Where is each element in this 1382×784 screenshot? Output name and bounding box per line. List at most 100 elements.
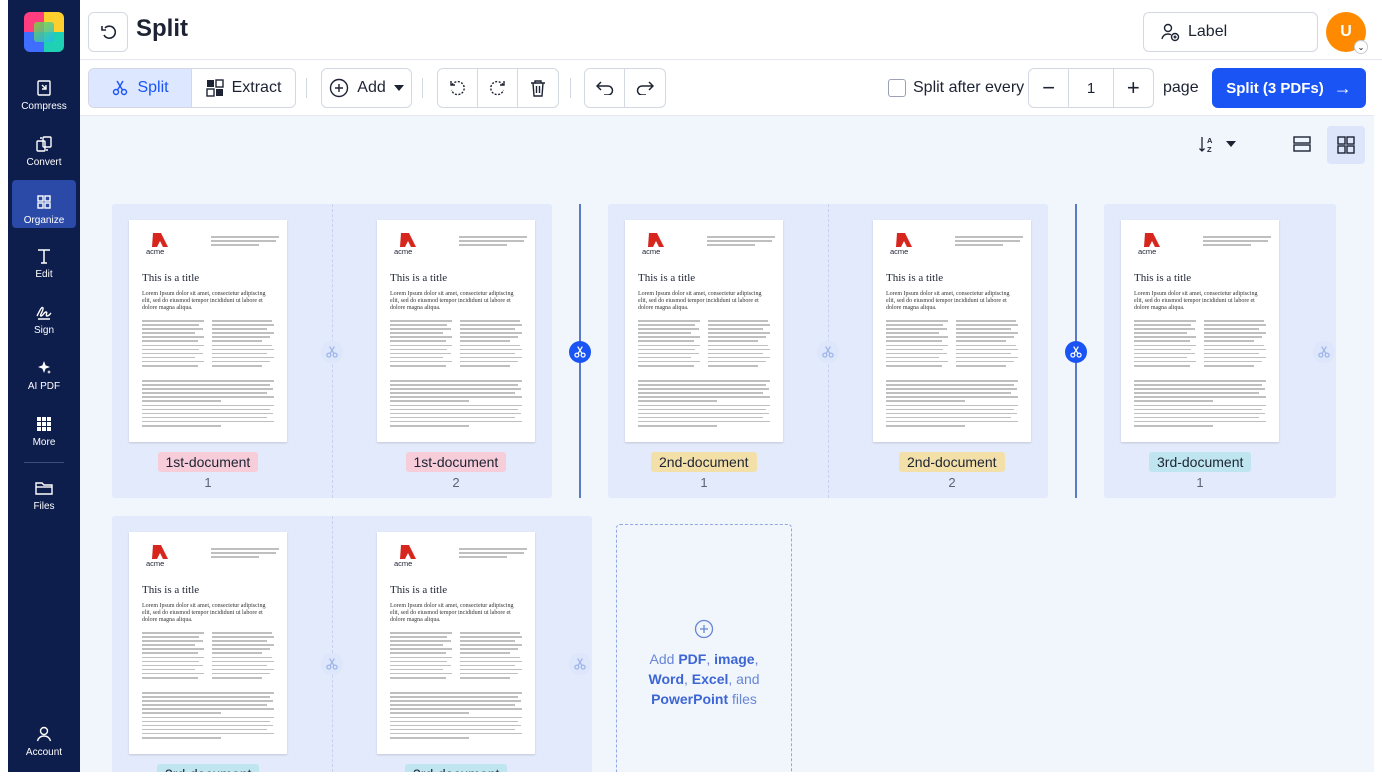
thumbnail-paragraph	[390, 692, 522, 741]
page-card[interactable]: acme This is a title Lorem Ipsum dolor sit…	[112, 204, 332, 498]
add-dropdown[interactable]: Add	[321, 68, 412, 108]
acme-logo-icon: acme	[890, 233, 912, 255]
back-button[interactable]	[88, 12, 128, 52]
delete-button[interactable]	[518, 69, 558, 107]
sidebar-item-more[interactable]: More	[8, 402, 80, 450]
sidebar-item-convert[interactable]: Convert	[8, 122, 80, 170]
redo-button[interactable]	[625, 69, 665, 107]
thumbnail-title: This is a title	[390, 272, 448, 284]
page-card[interactable]: acme This is a title Lorem Ipsum dolor sit…	[1104, 204, 1324, 498]
grid-view-icon	[1337, 136, 1355, 154]
mode-switch: Split Extract	[88, 68, 296, 108]
thumbnail-column	[142, 632, 204, 681]
thumbnail-header-text	[459, 236, 527, 250]
sidebar-item-label: Edit	[35, 269, 53, 280]
svg-text:acme: acme	[146, 247, 164, 255]
avatar[interactable]: U ⌄	[1326, 12, 1368, 54]
split-after-every-checkbox[interactable]	[888, 79, 906, 97]
sidebar-item-edit[interactable]: Edit	[8, 234, 80, 282]
split-after-every-label: Split after every	[913, 79, 1025, 96]
scissors-icon	[574, 346, 586, 358]
toolbar-divider	[570, 78, 571, 98]
split-toggle-active[interactable]	[569, 341, 591, 363]
page-number: 1	[700, 475, 708, 490]
sort-az-icon: AZ	[1199, 136, 1213, 154]
split-submit-label: Split (3 PDFs)	[1226, 79, 1324, 97]
redo-icon	[636, 81, 654, 95]
thumbnail-column	[1134, 320, 1196, 369]
sidebar-item-account[interactable]: Account	[8, 712, 80, 760]
split-toggle[interactable]	[569, 653, 591, 675]
acme-logo-icon: acme	[1138, 233, 1160, 255]
page-unit-label: page	[1163, 79, 1199, 96]
page-card[interactable]: acme This is a title Lorem Ipsum dolor sit…	[608, 204, 828, 498]
app-logo[interactable]	[24, 12, 64, 52]
scissors-icon	[326, 346, 338, 358]
avatar-initial: U	[1340, 23, 1352, 40]
edit-icon	[34, 246, 54, 266]
sidebar-item-label: Organize	[23, 215, 65, 226]
thumbnail-title: This is a title	[142, 584, 200, 596]
sort-button[interactable]: AZ	[1198, 132, 1242, 156]
extract-mode-button[interactable]: Extract	[192, 69, 295, 107]
page-card[interactable]: acme This is a title Lorem Ipsum dolor sit…	[856, 204, 1076, 498]
sidebar-item-label: Convert	[26, 157, 62, 168]
thumbnail-title: This is a title	[886, 272, 944, 284]
thumbnail-paragraph	[886, 380, 1018, 429]
thumbnail-header-text	[211, 236, 279, 250]
thumbnail-column	[390, 320, 452, 369]
sidebar-divider	[24, 462, 64, 463]
add-files-dropzone[interactable]: Add PDF, image, Word, Excel, and PowerPo…	[616, 524, 792, 772]
page-thumbnail: acme This is a title Lorem Ipsum dolor sit…	[873, 220, 1031, 442]
increment-button[interactable]: +	[1114, 69, 1153, 107]
rotate-left-button[interactable]	[438, 69, 478, 107]
label-button[interactable]: Label	[1143, 12, 1318, 52]
page-number: 1	[1196, 475, 1204, 490]
undo-button[interactable]	[585, 69, 625, 107]
sidebar-item-files[interactable]: Files	[8, 466, 80, 514]
page-interval-input[interactable]: 1	[1068, 69, 1114, 107]
decrement-button[interactable]: −	[1029, 69, 1068, 107]
thumbnail-column	[212, 320, 274, 369]
list-view-button[interactable]	[1284, 126, 1320, 162]
page-card[interactable]: acme This is a title Lorem Ipsum dolor sit…	[112, 516, 332, 772]
split-mode-button[interactable]: Split	[89, 69, 192, 107]
add-button[interactable]: Add	[322, 69, 411, 107]
split-toggle-active[interactable]	[1065, 341, 1087, 363]
split-toggle[interactable]	[1313, 341, 1335, 363]
acme-logo-icon: acme	[642, 233, 664, 255]
split-toggle[interactable]	[817, 341, 839, 363]
svg-text:acme: acme	[394, 247, 412, 255]
page-thumbnail: acme This is a title Lorem Ipsum dolor sit…	[1121, 220, 1279, 442]
page-divider	[332, 516, 333, 772]
rotate-right-button[interactable]	[478, 69, 519, 107]
document-badge: 2nd-document	[651, 452, 757, 472]
compress-icon	[34, 78, 54, 98]
arrow-right-icon: →	[1333, 77, 1352, 98]
document-badge: 1st-document	[405, 452, 507, 472]
sidebar-item-sign[interactable]: Sign	[8, 290, 80, 338]
document-badge: 3rd-document	[1149, 452, 1252, 472]
split-toggle[interactable]	[321, 653, 343, 675]
page-card[interactable]: acme This is a title Lorem Ipsum dolor sit…	[360, 204, 580, 498]
page-interval-stepper: − 1 +	[1028, 68, 1154, 108]
sidebar-item-ai-pdf[interactable]: AI PDF	[8, 346, 80, 394]
thumbnail-header-text	[707, 236, 775, 250]
sidebar-item-organize[interactable]: Organize	[12, 180, 76, 228]
thumbnail-header-text	[211, 548, 279, 562]
thumbnail-column	[708, 320, 770, 369]
grid-view-button[interactable]	[1327, 126, 1365, 164]
thumbnail-column	[956, 320, 1018, 369]
plus-circle-icon	[330, 78, 349, 98]
page-number: 2	[452, 475, 460, 490]
sidebar-item-compress[interactable]: Compress	[8, 66, 80, 114]
split-submit-button[interactable]: Split (3 PDFs) →	[1212, 68, 1366, 108]
sidebar-item-label: More	[32, 437, 56, 448]
document-badge: 3rd-document	[405, 764, 508, 772]
thumbnail-paragraph	[638, 380, 770, 429]
thumbnail-column	[142, 320, 204, 369]
split-toggle[interactable]	[321, 341, 343, 363]
page-thumbnail: acme This is a title Lorem Ipsum dolor sit…	[625, 220, 783, 442]
acme-logo-icon: acme	[146, 233, 168, 255]
page-card[interactable]: acme This is a title Lorem Ipsum dolor sit…	[360, 516, 580, 772]
